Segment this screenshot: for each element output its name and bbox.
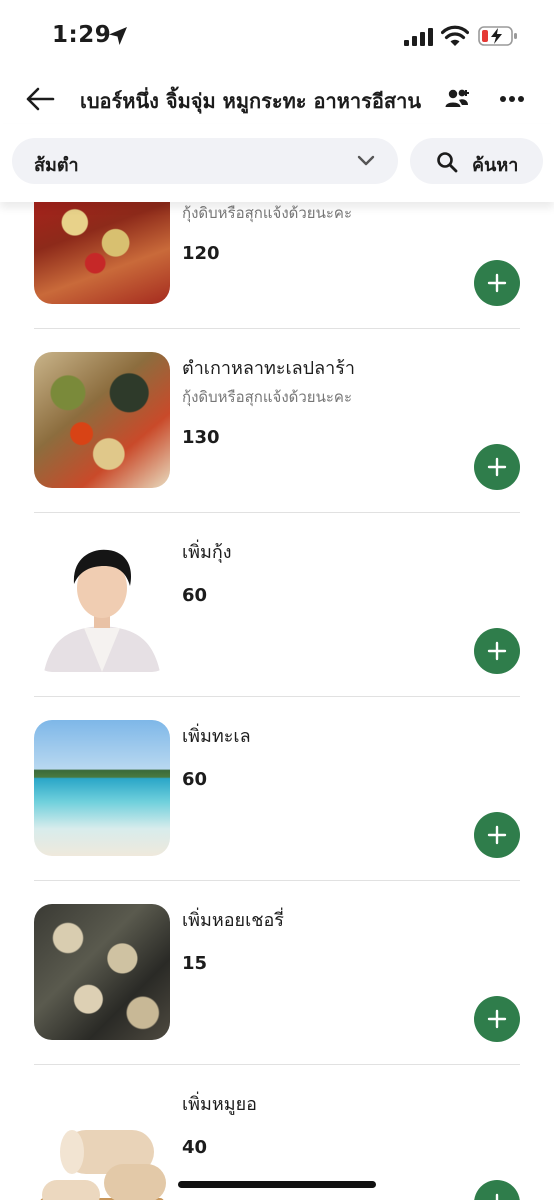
- item-description: กุ้งดิบหรือสุกแจ้งด้วยนะคะ: [182, 388, 352, 406]
- location-arrow-icon: [109, 27, 127, 45]
- category-selected-value: ส้มตำ: [34, 155, 79, 176]
- add-to-cart-button[interactable]: [474, 1180, 520, 1200]
- more-options-button[interactable]: [494, 84, 530, 114]
- add-to-cart-button[interactable]: [474, 996, 520, 1042]
- plus-icon: [487, 825, 507, 845]
- people-add-icon: [445, 89, 469, 107]
- menu-item[interactable]: เพิ่มหอยเชอรี่ 15: [0, 881, 554, 1065]
- add-to-cart-button[interactable]: [474, 812, 520, 858]
- cellular-signal-icon: [404, 28, 433, 46]
- category-dropdown[interactable]: ส้มตำ: [12, 138, 398, 184]
- search-label: ค้นหา: [472, 155, 519, 176]
- menu-list: กุ้งดิบหรือสุกแจ้งด้วยนะคะ 120 ตำเกาหลาท…: [0, 202, 554, 1200]
- plus-icon: [487, 641, 507, 661]
- status-bar: 1:29: [0, 0, 554, 74]
- add-to-cart-button[interactable]: [474, 444, 520, 490]
- nav-bar: เบอร์หนึ่ง จิ้มจุ่ม หมูกระทะ อาหารอีสาน: [0, 74, 554, 124]
- item-price: 60: [182, 769, 208, 790]
- wifi-icon: [441, 25, 469, 46]
- status-time: 1:29: [52, 22, 112, 48]
- item-price: 15: [182, 953, 208, 974]
- page-title: เบอร์หนึ่ง จิ้มจุ่ม หมูกระทะ อาหารอีสาน: [80, 89, 422, 113]
- item-name: เพิ่มกุ้ง: [182, 542, 232, 563]
- item-name: เพิ่มหมูยอ: [182, 1094, 257, 1115]
- filter-bar: ส้มตำ ค้นหา: [0, 124, 554, 202]
- search-button[interactable]: ค้นหา: [410, 138, 543, 184]
- pork-sausage-image: [34, 1088, 170, 1200]
- man-portrait-image: [34, 536, 170, 672]
- add-to-cart-button[interactable]: [474, 628, 520, 674]
- more-horizontal-icon: [500, 96, 524, 102]
- arrow-left-icon: [26, 87, 55, 111]
- back-button[interactable]: [20, 82, 60, 116]
- item-price: 40: [182, 1137, 208, 1158]
- item-name: ตำเกาหลาทะเลปลาร้า: [182, 358, 356, 379]
- add-to-cart-button[interactable]: [474, 260, 520, 306]
- item-name: เพิ่มทะเล: [182, 726, 251, 747]
- search-icon: [437, 152, 458, 173]
- home-indicator: [178, 1181, 376, 1188]
- seafood-papaya-salad-image: [34, 352, 170, 488]
- menu-item[interactable]: เพิ่มหมูยอ 40: [0, 1065, 554, 1200]
- chevron-down-icon: [357, 155, 375, 166]
- snails-image: [34, 904, 170, 1040]
- menu-item[interactable]: ตำเกาหลาทะเลปลาร้า กุ้งดิบหรือสุกแจ้งด้ว…: [0, 329, 554, 513]
- item-price: 130: [182, 427, 220, 448]
- menu-item[interactable]: กุ้งดิบหรือสุกแจ้งด้วยนะคะ 120: [0, 202, 554, 329]
- group-order-button[interactable]: [441, 84, 475, 114]
- battery-icon: [478, 26, 517, 46]
- item-price: 120: [182, 243, 220, 264]
- papaya-salad-image: [34, 202, 170, 304]
- plus-icon: [487, 273, 507, 293]
- item-name: เพิ่มหอยเชอรี่: [182, 910, 284, 931]
- menu-item[interactable]: เพิ่มทะเล 60: [0, 697, 554, 881]
- plus-icon: [487, 1009, 507, 1029]
- menu-item[interactable]: เพิ่มกุ้ง 60: [0, 513, 554, 697]
- plus-icon: [487, 457, 507, 477]
- plus-icon: [495, 1193, 499, 1200]
- item-price: 60: [182, 585, 208, 606]
- item-description: กุ้งดิบหรือสุกแจ้งด้วยนะคะ: [182, 204, 352, 222]
- beach-image: [34, 720, 170, 856]
